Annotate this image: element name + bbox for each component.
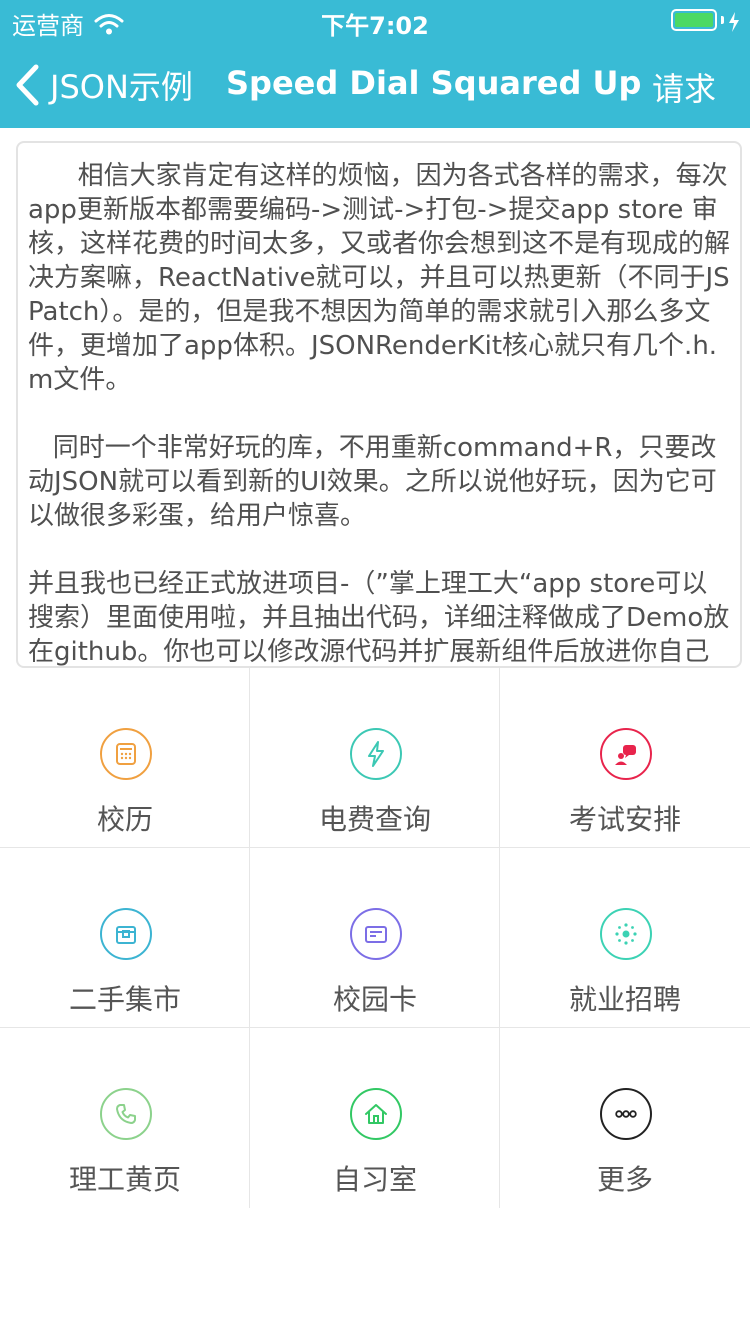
battery (671, 9, 740, 32)
chat-people-icon (600, 728, 652, 780)
chevron-left-icon (14, 64, 40, 106)
network-icon (600, 908, 652, 960)
grid-item-label: 自习室 (332, 1163, 417, 1196)
function-grid: 校历 电费查询 考试安排 二手集市 校园卡 就业招聘 理工黄页 自习室 更多 (0, 668, 750, 1208)
back-label: JSON示例 (50, 68, 193, 106)
status-time: 下午7:02 (321, 12, 429, 40)
grid-item-label: 电费查询 (318, 803, 431, 836)
top-bar: 运营商 下午7:02 JSON示例 Speed Dial Squared Up … (0, 0, 750, 128)
battery-icon (671, 9, 717, 31)
grid-item-campus-card[interactable]: 校园卡 (250, 848, 500, 1028)
page-title: Speed Dial Squared Up (226, 64, 642, 102)
phone-icon (100, 1088, 152, 1140)
calendar-icon (100, 728, 152, 780)
more-icon (600, 1088, 652, 1140)
lightning-icon (350, 728, 402, 780)
grid-item-market[interactable]: 二手集市 (0, 848, 250, 1028)
navigation-bar: JSON示例 Speed Dial Squared Up 请求 (0, 40, 750, 128)
grid-item-label: 二手集市 (68, 983, 181, 1016)
back-button[interactable]: JSON示例 (14, 62, 193, 108)
battery-level (675, 13, 713, 27)
grid-item-label: 校园卡 (332, 983, 417, 1016)
home-icon (350, 1088, 402, 1140)
grid-item-yellow-pages[interactable]: 理工黄页 (0, 1028, 250, 1208)
treasure-box-icon (100, 908, 152, 960)
grid-item-label: 更多 (596, 1163, 653, 1196)
grid-item-label: 就业招聘 (568, 983, 681, 1016)
grid-item-study-room[interactable]: 自习室 (250, 1028, 500, 1208)
grid-item-label: 校历 (96, 803, 153, 836)
card-icon (350, 908, 402, 960)
grid-item-exams[interactable]: 考试安排 (500, 668, 750, 848)
grid-item-label: 考试安排 (568, 803, 681, 836)
charging-bolt-icon (728, 10, 740, 32)
grid-item-electricity[interactable]: 电费查询 (250, 668, 500, 848)
grid-item-label: 理工黄页 (68, 1163, 181, 1196)
grid-item-calendar[interactable]: 校历 (0, 668, 250, 848)
grid-item-more[interactable]: 更多 (500, 1028, 750, 1208)
content-text-view[interactable]: 相信大家肯定有这样的烦恼，因为各式各样的需求，每次app更新版本都需要编码->测… (16, 141, 742, 668)
battery-cap (721, 16, 724, 24)
grid-item-jobs[interactable]: 就业招聘 (500, 848, 750, 1028)
request-button[interactable]: 请求 (652, 64, 716, 110)
status-bar: 运营商 下午7:02 (0, 0, 750, 40)
